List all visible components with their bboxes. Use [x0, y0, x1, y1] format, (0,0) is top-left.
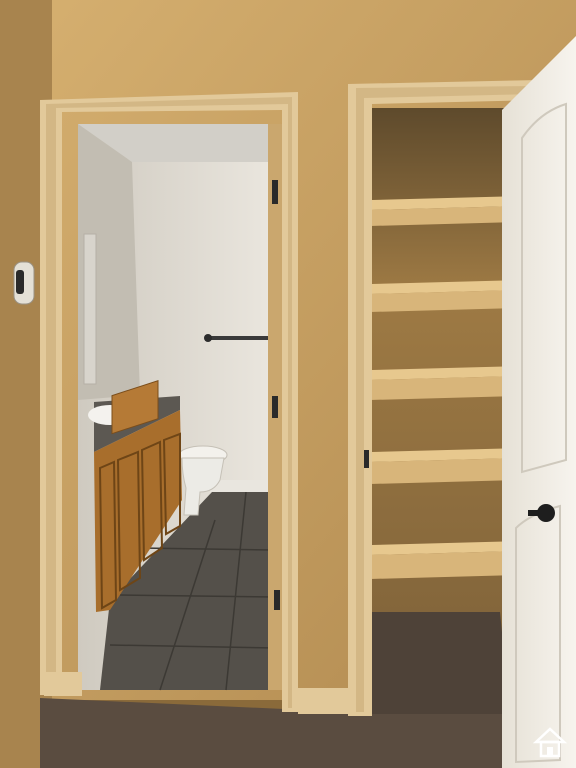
closet-shelf-edge	[370, 458, 520, 484]
door-hinge-bottom	[274, 590, 280, 610]
house-logo-icon	[532, 727, 568, 758]
door-hinge-top	[272, 180, 278, 204]
door-hinge-mid	[272, 396, 278, 418]
closet-shelf-edge	[370, 376, 520, 400]
closet-door	[502, 36, 576, 768]
baseboard-middle	[298, 688, 350, 714]
closet-shelf-edge	[370, 551, 520, 579]
towel-bar-end	[204, 334, 212, 342]
baseboard-left	[44, 672, 82, 696]
bathroom-room	[78, 124, 278, 691]
closet-carpet	[370, 612, 510, 714]
towel-bar	[205, 336, 270, 340]
mirror	[83, 233, 97, 385]
closet-hinge-mid	[364, 450, 369, 468]
hallway-scene	[0, 0, 576, 768]
thermostat-display	[16, 270, 24, 294]
